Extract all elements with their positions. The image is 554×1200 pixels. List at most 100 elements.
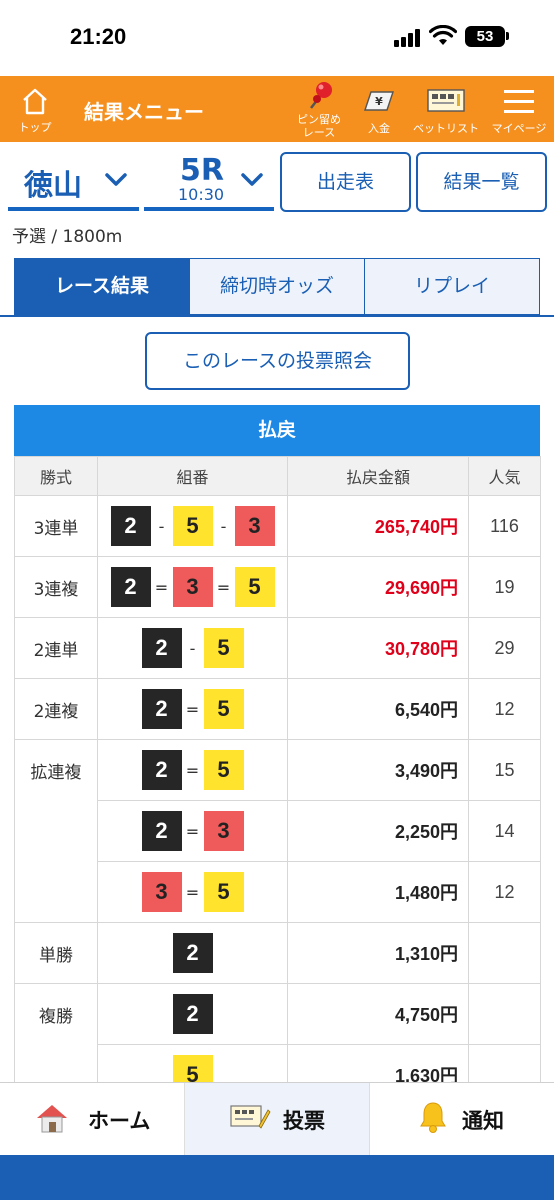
- payout-amount: 1,480円: [287, 861, 469, 923]
- venue-name: 徳山: [24, 168, 83, 202]
- combination: 2 = 5: [97, 739, 288, 801]
- deposit-icon: ¥: [364, 91, 394, 111]
- pinned-race-label-line1: ピン留め: [297, 113, 341, 126]
- payout-header-row: 勝式 組番 払戻金額 人気: [14, 456, 541, 496]
- combination-separator: =: [185, 882, 200, 902]
- boat-number-badge: 2: [110, 506, 151, 546]
- combination: 2 = 3 = 5: [97, 556, 288, 618]
- pinned-race-button[interactable]: ピン留め レース: [286, 76, 352, 142]
- battery-icon: 53: [465, 26, 505, 47]
- payout-amount: 4,750円: [287, 983, 469, 1045]
- bet-list-button[interactable]: ベットリスト: [408, 76, 484, 142]
- app-header: トップ 結果メニュー ピン留め レース ¥ 入金 ベットリスト マイページ: [0, 76, 554, 142]
- boat-number-badge: 2: [172, 994, 213, 1034]
- boat-number-badge: 3: [141, 872, 182, 912]
- boat-number-badge: 2: [141, 811, 182, 851]
- top-button[interactable]: トップ: [10, 76, 60, 142]
- boat-number-badge: 2: [141, 628, 182, 668]
- wifi-icon: [429, 25, 457, 45]
- pushpin-icon: [310, 82, 332, 109]
- bet-list-icon: [427, 89, 465, 112]
- race-number: 5R: [180, 153, 224, 188]
- header-combination: 組番: [97, 456, 288, 496]
- top-label: トップ: [18, 121, 52, 134]
- popularity: 19: [468, 556, 541, 618]
- venue-selector[interactable]: 徳山: [8, 152, 139, 211]
- results-list-button[interactable]: 結果一覧: [416, 152, 547, 212]
- combination: 2: [97, 922, 288, 984]
- nav-notifications[interactable]: 通知: [369, 1083, 554, 1155]
- combination-separator: =: [216, 577, 231, 597]
- popularity: [468, 983, 541, 1045]
- combination-separator: =: [185, 699, 200, 719]
- chevron-down-icon: [105, 173, 127, 186]
- boat-number-badge: 2: [141, 689, 182, 729]
- payout-amount: 30,780円: [287, 617, 469, 679]
- nav-vote[interactable]: 投票: [184, 1083, 369, 1155]
- combination-separator: =: [154, 577, 169, 597]
- menu-icon: [504, 90, 534, 113]
- bet-type: 拡連複: [14, 739, 98, 801]
- deposit-button[interactable]: ¥ 入金: [356, 76, 402, 142]
- nav-home[interactable]: ホーム: [0, 1083, 184, 1155]
- race-time: 10:30: [178, 185, 225, 204]
- betting-slip-icon: [230, 1105, 271, 1129]
- mypage-button[interactable]: マイページ: [484, 76, 554, 142]
- chevron-down-icon: [241, 173, 263, 186]
- payout-row: 3連複 2 = 3 = 5 29,690円 19: [14, 556, 541, 618]
- header-payout-amount: 払戻金額: [287, 456, 469, 496]
- status-time: 21:20: [70, 24, 127, 49]
- boat-number-badge: 5: [203, 689, 244, 729]
- popularity: 14: [468, 800, 541, 862]
- payout-table: 勝式 組番 払戻金額 人気 3連単 2-5-3 265,740円 116 3連複 2 = 3 =…: [14, 456, 541, 1106]
- popularity: 15: [468, 739, 541, 801]
- mypage-label: マイページ: [491, 122, 547, 135]
- payout-row: 拡連複 2 = 5 3,490円 15: [14, 739, 541, 801]
- entry-list-button[interactable]: 出走表: [280, 152, 411, 212]
- bet-type: [14, 861, 98, 923]
- payout-amount: 29,690円: [287, 556, 469, 618]
- payout-row: 3 = 5 1,480円 12: [14, 861, 541, 923]
- combination-separator: =: [185, 821, 200, 841]
- popularity: 12: [468, 678, 541, 740]
- nav-vote-label: 投票: [283, 1109, 325, 1133]
- svg-text:¥: ¥: [375, 95, 383, 108]
- vote-inquiry-button[interactable]: このレースの投票照会: [145, 332, 410, 390]
- payout-title: 払戻: [14, 405, 540, 456]
- payout-amount: 265,740円: [287, 495, 469, 557]
- payout-row: 3連単 2-5-3 265,740円 116: [14, 495, 541, 557]
- bell-icon: [420, 1102, 446, 1133]
- boat-number-badge: 5: [203, 628, 244, 668]
- bet-type: 3連単: [14, 495, 98, 557]
- payout-amount: 2,250円: [287, 800, 469, 862]
- bet-type: 単勝: [14, 922, 98, 984]
- boat-number-badge: 2: [141, 750, 182, 790]
- boat-number-badge: 5: [203, 872, 244, 912]
- boat-number-badge: 3: [172, 567, 213, 607]
- tab-race-result[interactable]: レース結果: [15, 259, 189, 314]
- combination-separator: -: [220, 516, 227, 536]
- combination: 2-5: [97, 617, 288, 679]
- tab-closing-odds[interactable]: 締切時オッズ: [189, 259, 364, 314]
- combination: 2: [97, 983, 288, 1045]
- payout-row: 単勝 2 1,310円: [14, 922, 541, 984]
- boat-number-badge: 3: [203, 811, 244, 851]
- boat-number-badge: 2: [110, 567, 151, 607]
- home-icon: [23, 88, 47, 115]
- pinned-race-label-line2: レース: [302, 126, 336, 139]
- popularity: 12: [468, 861, 541, 923]
- race-grade-distance: 予選 / 1800m: [12, 227, 123, 247]
- result-tabs: レース結果 締切時オッズ リプレイ: [14, 258, 540, 315]
- payout-amount: 3,490円: [287, 739, 469, 801]
- payout-amount: 6,540円: [287, 678, 469, 740]
- payout-amount: 1,310円: [287, 922, 469, 984]
- cellular-signal-icon: [394, 29, 422, 47]
- house-icon: [37, 1105, 67, 1133]
- race-selector[interactable]: 5R 10:30: [144, 152, 274, 211]
- tab-underline: [0, 315, 554, 317]
- payout-row: 2連複 2 = 5 6,540円 12: [14, 678, 541, 740]
- header-bet-type: 勝式: [14, 456, 98, 496]
- tab-replay[interactable]: リプレイ: [364, 259, 539, 314]
- bet-type: 複勝: [14, 983, 98, 1045]
- boat-number-badge: 5: [203, 750, 244, 790]
